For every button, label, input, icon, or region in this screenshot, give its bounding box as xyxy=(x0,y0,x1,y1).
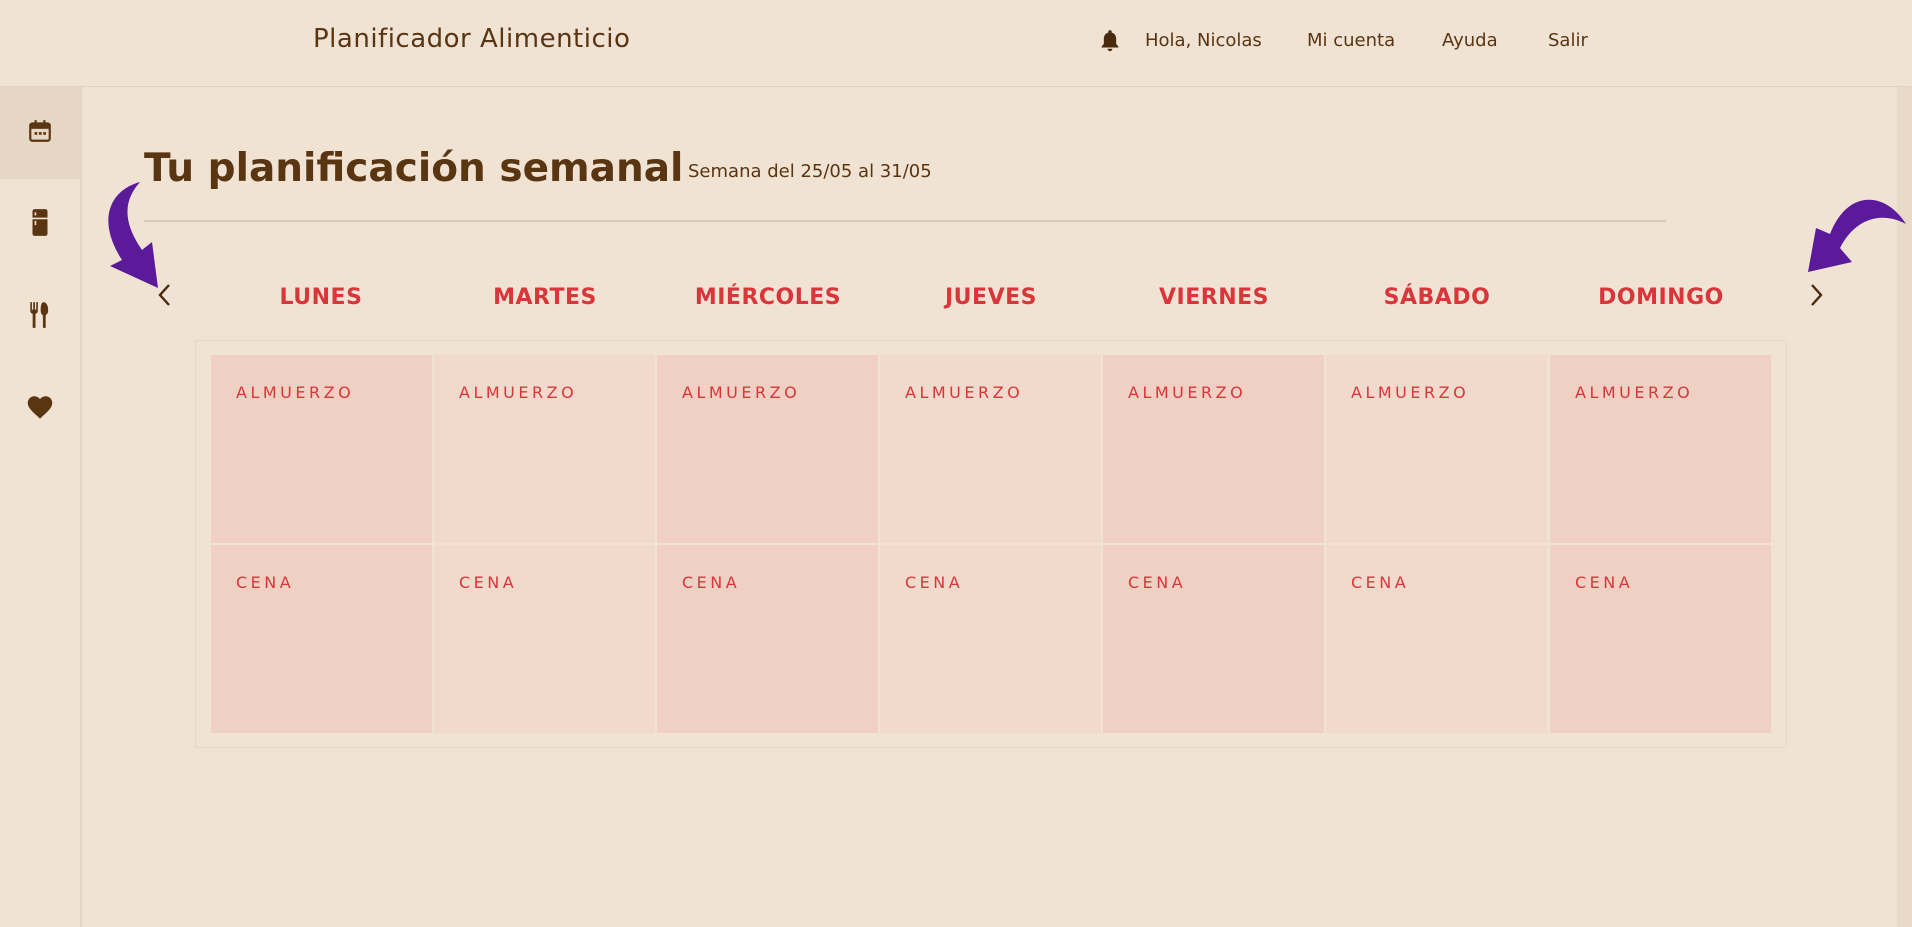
heart-icon xyxy=(26,394,54,424)
meal-label: CENA xyxy=(682,573,741,592)
day-header-saturday: SÁBADO xyxy=(1383,285,1491,310)
annotation-arrow-right-icon xyxy=(1808,199,1906,272)
nav-help[interactable]: Ayuda xyxy=(1442,30,1498,51)
meal-label: ALMUERZO xyxy=(905,383,1024,402)
cutlery-icon xyxy=(27,301,53,333)
meal-label: CENA xyxy=(1351,573,1410,592)
chevron-right-icon xyxy=(1808,282,1824,312)
calendar-icon xyxy=(27,118,53,148)
annotation-arrow-left-icon xyxy=(108,182,158,288)
meal-label: CENA xyxy=(905,573,964,592)
title-divider xyxy=(144,220,1666,222)
user-greeting: Hola, Nicolas xyxy=(1145,30,1262,51)
meal-cell-tuesday-lunch[interactable]: ALMUERZO xyxy=(434,355,655,543)
meal-label: ALMUERZO xyxy=(1351,383,1470,402)
meal-cell-friday-lunch[interactable]: ALMUERZO xyxy=(1103,355,1324,543)
meal-cell-sunday-lunch[interactable]: ALMUERZO xyxy=(1550,355,1771,543)
top-bar: Planificador Alimenticio Hola, Nicolas M… xyxy=(0,0,1912,87)
nav-my-account[interactable]: Mi cuenta xyxy=(1307,30,1395,51)
meal-cell-monday-dinner[interactable]: CENA xyxy=(211,545,432,733)
meal-label: CENA xyxy=(1128,573,1187,592)
meal-label: ALMUERZO xyxy=(1575,383,1694,402)
sidebar-item-favorites[interactable] xyxy=(0,363,80,455)
meal-label: ALMUERZO xyxy=(459,383,578,402)
day-header-monday: LUNES xyxy=(279,285,363,310)
bell-icon[interactable] xyxy=(1097,28,1123,54)
sidebar-item-fridge[interactable] xyxy=(0,179,80,271)
meal-cell-saturday-dinner[interactable]: CENA xyxy=(1326,545,1547,733)
day-header-thursday: JUEVES xyxy=(945,285,1037,310)
meal-cell-tuesday-dinner[interactable]: CENA xyxy=(434,545,655,733)
day-header-tuesday: MARTES xyxy=(493,285,597,310)
fridge-icon xyxy=(27,208,53,242)
meal-cell-thursday-dinner[interactable]: CENA xyxy=(880,545,1101,733)
meal-cell-monday-lunch[interactable]: ALMUERZO xyxy=(211,355,432,543)
week-range: Semana del 25/05 al 31/05 xyxy=(688,161,932,182)
app-title: Planificador Alimenticio xyxy=(313,24,631,54)
meal-label: CENA xyxy=(236,573,295,592)
next-week-button[interactable] xyxy=(1801,282,1831,312)
sidebar-item-calendar[interactable] xyxy=(0,87,80,179)
nav-logout[interactable]: Salir xyxy=(1548,30,1588,51)
meal-cell-friday-dinner[interactable]: CENA xyxy=(1103,545,1324,733)
meal-cell-wednesday-dinner[interactable]: CENA xyxy=(657,545,878,733)
meal-grid: ALMUERZO ALMUERZO ALMUERZO ALMUERZO ALMU… xyxy=(195,340,1787,748)
meal-cell-thursday-lunch[interactable]: ALMUERZO xyxy=(880,355,1101,543)
meal-label: CENA xyxy=(1575,573,1634,592)
meal-label: ALMUERZO xyxy=(682,383,801,402)
day-header-wednesday: MIÉRCOLES xyxy=(694,285,842,310)
meal-label: CENA xyxy=(459,573,518,592)
meal-label: ALMUERZO xyxy=(1128,383,1247,402)
sidebar-item-recipes[interactable] xyxy=(0,271,80,363)
meal-cell-sunday-dinner[interactable]: CENA xyxy=(1550,545,1771,733)
meal-cell-saturday-lunch[interactable]: ALMUERZO xyxy=(1326,355,1547,543)
page-title: Tu planificación semanal xyxy=(144,146,684,191)
day-header-friday: VIERNES xyxy=(1159,285,1269,310)
sidebar xyxy=(0,87,82,927)
day-header-sunday: DOMINGO xyxy=(1598,285,1724,310)
meal-cell-wednesday-lunch[interactable]: ALMUERZO xyxy=(657,355,878,543)
meal-label: ALMUERZO xyxy=(236,383,355,402)
